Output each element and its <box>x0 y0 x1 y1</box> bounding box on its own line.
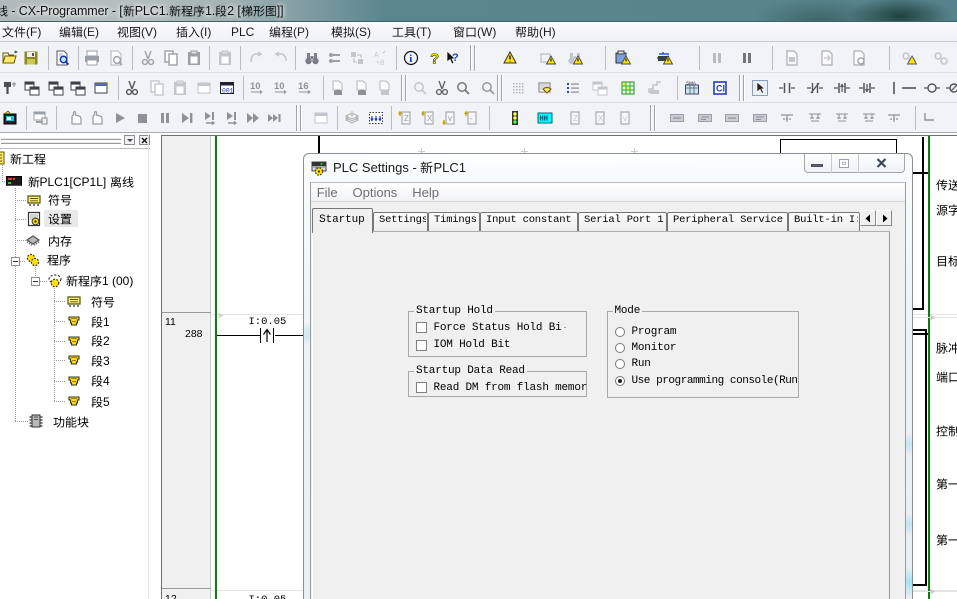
svg-text:10: 10 <box>274 81 285 92</box>
svg-text:X: X <box>427 114 433 123</box>
svg-text:001: 001 <box>222 88 234 95</box>
svg-text:CI: CI <box>716 84 725 94</box>
svg-text:v: v <box>448 114 452 123</box>
svg-text:v: v <box>623 114 627 123</box>
svg-text:A: A <box>374 52 379 59</box>
svg-text:B: B <box>380 60 385 66</box>
svg-text:X: X <box>598 114 604 123</box>
svg-text:-: - <box>470 114 473 123</box>
svg-text:16: 16 <box>298 81 309 92</box>
svg-text:Z: Z <box>573 114 578 123</box>
svg-text:i: i <box>409 53 412 65</box>
svg-text:HH: HH <box>540 116 548 124</box>
svg-text:SMA: SMA <box>686 81 697 86</box>
svg-text:?: ? <box>430 51 439 67</box>
svg-text:?: ? <box>452 52 459 64</box>
svg-text:Z: Z <box>404 114 409 123</box>
svg-text:10: 10 <box>250 81 261 92</box>
